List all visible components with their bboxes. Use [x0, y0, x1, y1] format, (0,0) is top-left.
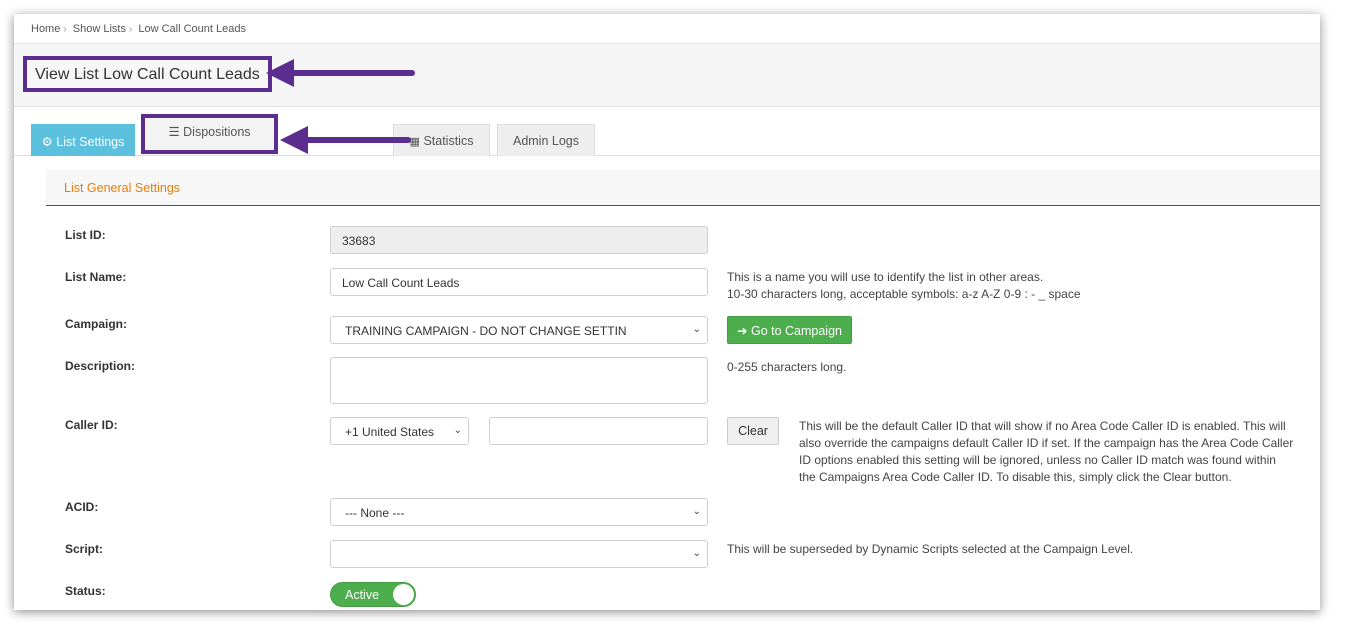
breadcrumb: Home › Show Lists › Low Call Count Leads — [14, 14, 1320, 44]
tab-label: Statistics — [423, 134, 474, 148]
breadcrumb-current: Low Call Count Leads — [138, 23, 246, 35]
acid-selected: --- None --- — [345, 506, 405, 520]
app-window: Home › Show Lists › Low Call Count Leads V… — [14, 14, 1320, 610]
breadcrumb-separator: › — [63, 24, 67, 35]
list-name-help-2: 10-30 characters long, acceptable symbol… — [727, 287, 1081, 301]
list-id-field: 33683 — [330, 226, 708, 254]
list-name-label: List Name: — [65, 270, 127, 284]
caller-id-help-4: the Campaigns Area Code Caller ID. To di… — [799, 470, 1232, 484]
arrow-right-icon: ➜ — [737, 324, 748, 338]
script-label: Script: — [65, 542, 104, 556]
script-select[interactable]: ⌄ — [330, 540, 708, 568]
list-id-label: List ID: — [65, 228, 106, 242]
title-bar: View List Low Call Count Leads — [14, 44, 1320, 107]
chevron-down-icon: ⌄ — [453, 425, 462, 436]
clear-button[interactable]: Clear — [727, 417, 779, 445]
tab-bar: ⚙ List Settings ▦ Statistics Admin Logs … — [14, 114, 1320, 156]
caller-id-help-3: ID options enabled this setting will be … — [799, 453, 1276, 467]
description-help: 0-255 characters long. — [727, 360, 847, 374]
acid-select[interactable]: --- None --- ⌄ — [330, 498, 708, 526]
chevron-down-icon: ⌄ — [692, 506, 701, 517]
section-header: List General Settings — [46, 170, 1320, 206]
tab-label: Admin Logs — [512, 134, 579, 148]
go-to-campaign-button[interactable]: ➜ Go to Campaign — [727, 316, 852, 344]
script-help: This will be superseded by Dynamic Scrip… — [727, 542, 1134, 556]
caller-id-help-2: also override the campaigns default Call… — [799, 436, 1294, 450]
acid-label: ACID: — [65, 500, 99, 514]
tab-admin-logs[interactable]: Admin Logs — [497, 124, 595, 156]
toggle-label: Active — [345, 588, 380, 602]
campaign-selected: TRAINING CAMPAIGN - DO NOT CHANGE SETTIN — [345, 324, 627, 338]
chevron-down-icon: ⌄ — [692, 548, 701, 559]
breadcrumb-separator: › — [128, 24, 133, 35]
annotation-arrow-tab — [280, 126, 411, 154]
list-icon: ☰ — [168, 125, 180, 139]
description-textarea[interactable] — [330, 357, 708, 404]
caller-id-number-input[interactable] — [489, 417, 708, 445]
annotation-arrow-title — [266, 59, 415, 87]
button-label: Go to Campaign — [750, 324, 842, 338]
section-title: List General Settings — [64, 181, 181, 195]
country-selected: +1 United States — [345, 425, 435, 439]
tab-label: List Settings — [56, 135, 125, 149]
description-label: Description: — [65, 359, 136, 373]
list-name-help-1: This is a name you will use to identify … — [727, 270, 1044, 284]
caller-id-country-select[interactable]: +1 United States ⌄ — [330, 417, 469, 445]
page-title: View List Low Call Count Leads — [23, 56, 272, 92]
chevron-down-icon: ⌄ — [692, 324, 701, 335]
tab-list-settings[interactable]: ⚙ List Settings — [31, 124, 135, 156]
status-toggle[interactable]: Active — [330, 582, 416, 607]
caller-id-label: Caller ID: — [65, 418, 118, 432]
tab-dispositions[interactable]: ☰ Dispositions — [141, 114, 278, 154]
campaign-label: Campaign: — [65, 317, 128, 331]
toggle-knob — [393, 584, 414, 605]
tab-label: Dispositions — [183, 125, 251, 139]
breadcrumb-home[interactable]: Home — [31, 23, 60, 35]
breadcrumb-show-lists[interactable]: Show Lists — [73, 23, 126, 35]
caller-id-help-1: This will be the default Caller ID that … — [799, 419, 1286, 433]
gear-icon: ⚙ — [41, 135, 53, 149]
campaign-select[interactable]: TRAINING CAMPAIGN - DO NOT CHANGE SETTIN… — [330, 316, 708, 344]
list-name-input[interactable]: Low Call Count Leads — [330, 268, 708, 296]
status-label: Status: — [65, 584, 106, 598]
